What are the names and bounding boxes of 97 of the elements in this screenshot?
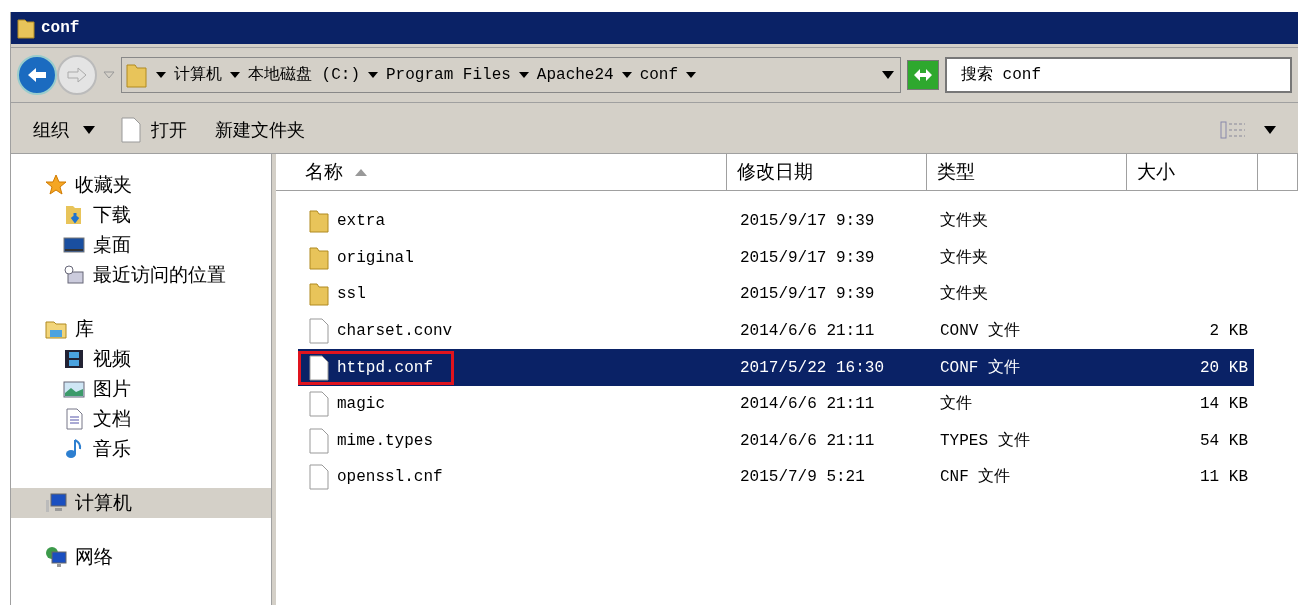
folder-icon (126, 62, 148, 88)
desktop-icon (63, 234, 85, 256)
sidebar-item[interactable]: 库 (11, 314, 271, 344)
type-cell-text: 文件夹 (939, 210, 989, 233)
breadcrumb-item[interactable]: Program Files (386, 63, 511, 87)
organize-button[interactable]: 组织 (33, 116, 95, 144)
dropdown-caret-icon[interactable] (882, 71, 894, 79)
computer-icon (45, 492, 67, 514)
date-cell-text: 2015/7/9 5:21 (739, 467, 866, 489)
recent-places-icon (63, 264, 85, 286)
size-cell-text: 2 KB (1208, 321, 1248, 343)
library-icon (45, 318, 67, 340)
breadcrumb-item[interactable]: 计算机 (174, 63, 222, 87)
file-name: mime.types (337, 430, 433, 452)
date-cell-text: 2014/6/6 21:11 (739, 394, 876, 416)
file-name: extra (337, 211, 385, 233)
refresh-arrows-icon (912, 66, 934, 84)
file-row[interactable]: openssl.cnf 2015/7/9 5:21 CNF 文件 11 KB (298, 459, 1254, 496)
date-cell-text: 2015/9/17 9:39 (739, 284, 876, 306)
file-name: ssl (337, 284, 366, 306)
breadcrumb-item[interactable]: conf (639, 63, 679, 87)
new-folder-button[interactable]: 新建文件夹 (215, 116, 305, 144)
caret-icon[interactable] (156, 72, 166, 78)
column-header[interactable]: 修改日期 (727, 154, 927, 190)
file-name: charset.conv (337, 321, 453, 343)
size-cell-text: 14 KB (1199, 394, 1248, 416)
folder-icon (17, 17, 35, 39)
file-row[interactable]: extra 2015/9/17 9:39 文件夹 (298, 203, 1254, 240)
column-header[interactable]: 类型 (927, 154, 1127, 190)
file-name: openssl.cnf (337, 467, 443, 489)
size-cell-text: 11 KB (1199, 467, 1248, 489)
sidebar-item[interactable]: 收藏夹 (11, 170, 271, 200)
size-cell-text: 20 KB (1199, 357, 1248, 379)
folder-icon (309, 209, 329, 234)
back-button[interactable] (17, 55, 57, 95)
sidebar-item[interactable]: 视频 (11, 344, 271, 374)
document-icon (63, 408, 85, 430)
search-field[interactable]: 搜索 conf (945, 57, 1292, 93)
type-cell-text: CNF 文件 (939, 466, 1012, 489)
back-arrow-icon (26, 66, 48, 84)
file-row[interactable]: magic 2014/6/6 21:11 文件 14 KB (298, 385, 1254, 423)
sidebar-item[interactable]: 下载 (11, 200, 271, 230)
date-cell-text: 2014/6/6 21:11 (739, 430, 876, 452)
caret-icon[interactable] (621, 72, 632, 78)
view-caret-icon[interactable] (1264, 126, 1276, 134)
type-cell-text: 文件夹 (939, 283, 989, 306)
file-name: magic (337, 394, 385, 416)
open-button[interactable]: 打开 (121, 116, 187, 144)
file-row[interactable]: mime.types 2014/6/6 21:11 TYPES 文件 54 KB (298, 422, 1254, 460)
sidebar-item[interactable]: 网络 (11, 542, 271, 572)
sidebar-item[interactable]: 计算机 (11, 488, 271, 518)
breadcrumb-item[interactable]: 本地磁盘 (C:) (248, 63, 360, 87)
address-bar[interactable]: 计算机 本地磁盘 (C:) Program Files Apache24 conf (121, 57, 901, 93)
column-header[interactable]: 名称 (295, 154, 727, 190)
caret-icon[interactable] (686, 72, 697, 78)
type-cell-text: CONF 文件 (939, 357, 1021, 379)
document-icon (309, 391, 329, 418)
refresh-button[interactable] (907, 60, 939, 90)
caret-icon (83, 126, 95, 134)
type-cell-text: TYPES 文件 (939, 430, 1031, 452)
document-icon (121, 117, 141, 143)
file-row[interactable]: httpd.conf 2017/5/22 16:30 CONF 文件 20 KB (298, 349, 1254, 386)
date-cell-text: 2015/9/17 9:39 (739, 247, 876, 269)
forward-arrow-icon (66, 66, 88, 84)
sidebar-item[interactable]: 最近访问的位置 (11, 260, 271, 290)
document-icon (309, 318, 329, 345)
caret-icon[interactable] (368, 72, 378, 78)
document-icon (309, 354, 329, 381)
breadcrumb-item[interactable]: Apache24 (536, 63, 614, 87)
date-cell-text: 2017/5/22 16:30 (739, 357, 886, 379)
file-name: httpd.conf (337, 357, 433, 379)
size-cell-text: 54 KB (1199, 430, 1248, 452)
folder-icon (309, 282, 329, 307)
document-icon (309, 464, 329, 491)
date-cell-text: 2014/6/6 21:11 (739, 321, 876, 343)
type-cell-text: 文件夹 (939, 247, 989, 269)
file-row[interactable]: ssl 2015/9/17 9:39 文件夹 (298, 276, 1254, 313)
folder-icon (309, 245, 329, 270)
caret-icon[interactable] (518, 72, 529, 78)
document-icon (309, 427, 329, 454)
picture-icon (63, 378, 85, 400)
sidebar-item[interactable]: 图片 (11, 374, 271, 404)
file-row[interactable]: charset.conv 2014/6/6 21:11 CONV 文件 2 KB (298, 312, 1254, 350)
type-cell-text: 文件 (939, 393, 973, 416)
network-icon (45, 546, 67, 568)
file-row[interactable]: original 2015/9/17 9:39 文件夹 (298, 239, 1254, 277)
sidebar-item[interactable]: 文档 (11, 404, 271, 434)
file-name: original (337, 247, 414, 269)
column-header[interactable]: 大小 (1127, 154, 1258, 190)
film-icon (63, 348, 85, 370)
sidebar-item[interactable]: 音乐 (11, 434, 271, 464)
type-cell-text: CONV 文件 (939, 320, 1021, 343)
window-title: conf (41, 18, 80, 39)
caret-icon[interactable] (230, 72, 240, 78)
date-cell-text: 2015/9/17 9:39 (739, 211, 876, 233)
sidebar-item[interactable]: 桌面 (11, 230, 271, 260)
star-icon (45, 174, 67, 196)
